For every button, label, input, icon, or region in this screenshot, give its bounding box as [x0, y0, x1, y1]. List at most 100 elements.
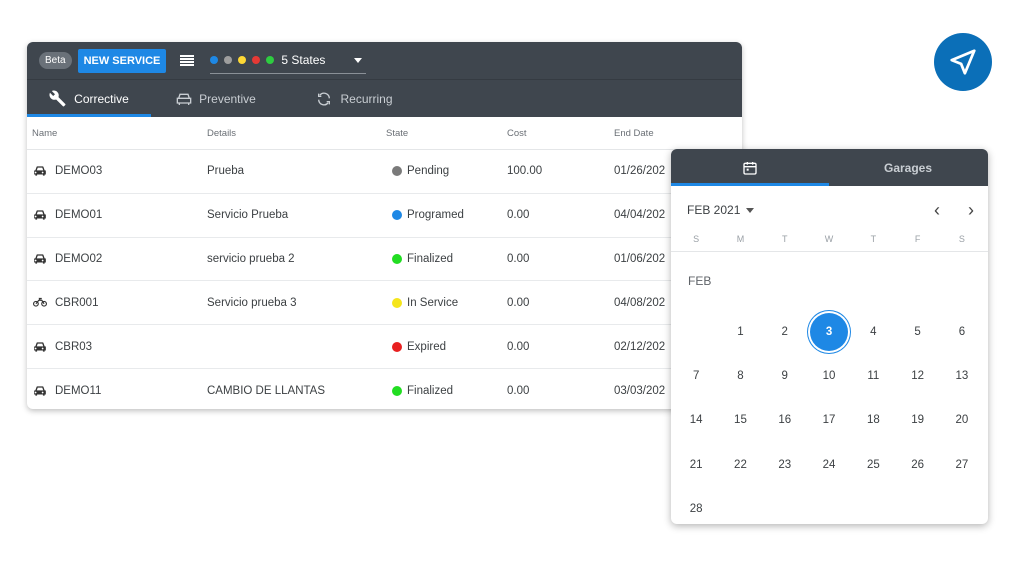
cell-cost: 0.00	[507, 296, 530, 309]
calendar-day[interactable]: 24	[807, 443, 851, 487]
brand-logo	[934, 33, 992, 91]
day-number: 17	[822, 414, 836, 427]
state-label: In Service	[407, 296, 459, 309]
calendar-day[interactable]: 1	[718, 310, 762, 354]
calendar-day[interactable]: 13	[940, 354, 984, 398]
column-header-details[interactable]: Details	[207, 128, 386, 139]
cell-cost: 0.00	[507, 209, 530, 222]
calendar-week: 7 8 9 10 11 12 13	[671, 354, 988, 398]
calendar-day[interactable]: 19	[895, 398, 939, 442]
calendar-day-empty	[674, 310, 718, 354]
calendar-day[interactable]: 26	[895, 443, 939, 487]
month-select[interactable]: FEB 2021	[687, 203, 740, 217]
state-dot	[392, 166, 402, 177]
calendar-grid: 1 2 3 4 5 6 7 8 9 10 11 12 13 14 15 16 17 18 19 20 21 22 23 24 2…	[671, 310, 988, 524]
calendar-day[interactable]: 20	[940, 398, 984, 442]
calendar-day[interactable]: 9	[763, 354, 807, 398]
states-filter-dropdown[interactable]: 5 States	[210, 48, 367, 74]
calendar-day[interactable]: 16	[763, 398, 807, 442]
day-number: 5	[914, 326, 921, 339]
calendar-day[interactable]: 12	[895, 354, 939, 398]
chevron-down-icon[interactable]	[746, 207, 755, 213]
state-label: Finalized	[407, 384, 454, 397]
chevron-down-icon	[354, 57, 363, 63]
tab-garages[interactable]: Garages	[829, 149, 987, 186]
cell-details: servicio prueba 2	[207, 252, 295, 265]
cell-details: CAMBIO DE LLANTAS	[207, 384, 326, 397]
prev-month-button[interactable]: ‹	[920, 201, 954, 219]
calendar-day[interactable]: 11	[851, 354, 895, 398]
column-header-end-date[interactable]: End Date	[614, 128, 742, 139]
calendar-day[interactable]: 2	[763, 310, 807, 354]
new-service-button[interactable]: NEW SERVICE	[77, 48, 167, 73]
calendar-day[interactable]: 27	[940, 443, 984, 487]
calendar-day-empty	[718, 487, 762, 524]
calendar-day[interactable]: 28	[674, 487, 718, 524]
tab-corrective[interactable]: Corrective	[27, 80, 151, 117]
calendar-day[interactable]: 5	[895, 310, 939, 354]
calendar-day[interactable]: 17	[807, 398, 851, 442]
cell-name: CBR03	[27, 341, 207, 353]
cell-state: In Service	[386, 297, 507, 309]
day-number: 20	[955, 414, 969, 427]
services-panel: Beta NEW SERVICE 5 States Corrective Pre…	[27, 42, 742, 409]
calendar-day[interactable]: 21	[674, 443, 718, 487]
cell-cost: 0.00	[507, 340, 530, 353]
state-dot	[392, 341, 402, 352]
calendar-day[interactable]: 7	[674, 354, 718, 398]
vehicle-name: DEMO03	[55, 165, 103, 178]
cell-name: DEMO03	[27, 165, 207, 177]
cell-details: Prueba	[207, 165, 245, 178]
calendar-week: 21 22 23 24 25 26 27	[671, 443, 988, 487]
table-row[interactable]: DEMO11 CAMBIO DE LLANTAS Finalized 0.00 03/0…	[27, 369, 742, 409]
calendar-day[interactable]: 15	[718, 398, 762, 442]
weekday-label: F	[914, 234, 921, 244]
vehicle-name: DEMO01	[55, 209, 103, 222]
cell-name: DEMO02	[27, 253, 207, 265]
table-row[interactable]: DEMO03 Prueba Pending 100.00 01/26/202	[27, 150, 742, 194]
calendar-day-empty	[895, 487, 939, 524]
car-front-icon	[176, 93, 192, 105]
day-number: 23	[778, 458, 792, 471]
day-number: 19	[911, 414, 925, 427]
calendar-day[interactable]: 23	[763, 443, 807, 487]
list-view-icon[interactable]	[180, 54, 195, 67]
calendar-day[interactable]: 6	[940, 310, 984, 354]
next-month-button[interactable]: ›	[954, 201, 988, 219]
column-header-name[interactable]: Name	[27, 128, 207, 139]
calendar-day[interactable]: 18	[851, 398, 895, 442]
tab-recurring[interactable]: Recurring	[281, 80, 427, 117]
weekday-label: T	[870, 234, 877, 244]
weekday-label: T	[781, 234, 788, 244]
day-number: 7	[692, 370, 700, 383]
state-label: Expired	[407, 340, 446, 353]
calendar-day[interactable]: 4	[851, 310, 895, 354]
weekday-label: W	[824, 234, 834, 244]
calendar-day-selected[interactable]: 3	[807, 310, 851, 354]
car-icon	[33, 341, 47, 353]
table-row[interactable]: CBR03 Expired 0.00 02/12/202	[27, 325, 742, 369]
calendar-week: 28	[671, 487, 988, 524]
calendar-day[interactable]: 8	[718, 354, 762, 398]
cell-state: Expired	[386, 341, 507, 353]
calendar-day[interactable]: 14	[674, 398, 718, 442]
car-icon	[33, 385, 47, 397]
day-number: 21	[689, 458, 703, 471]
vehicle-name: DEMO11	[55, 384, 102, 397]
cell-name: DEMO01	[27, 209, 207, 221]
calendar-day[interactable]: 10	[807, 354, 851, 398]
column-header-cost[interactable]: Cost	[507, 128, 614, 139]
month-section-label: FEB	[688, 274, 712, 288]
tab-label: Corrective	[74, 91, 129, 106]
table-row[interactable]: DEMO02 servicio prueba 2 Finalized 0.00 01/0…	[27, 238, 742, 282]
table-row[interactable]: CBR001 Servicio prueba 3 In Service 0.00 04/…	[27, 281, 742, 326]
tab-preventive[interactable]: Preventive	[151, 80, 281, 117]
calendar-day[interactable]: 22	[718, 443, 762, 487]
cell-state: Finalized	[386, 385, 507, 397]
day-number: 2	[781, 326, 788, 339]
table-row[interactable]: DEMO01 Servicio Prueba Programed 0.00 04/04/…	[27, 194, 742, 238]
tab-calendar[interactable]	[671, 149, 829, 186]
calendar-day[interactable]: 25	[851, 443, 895, 487]
column-header-state[interactable]: State	[386, 128, 507, 139]
beta-badge: Beta	[39, 52, 72, 69]
